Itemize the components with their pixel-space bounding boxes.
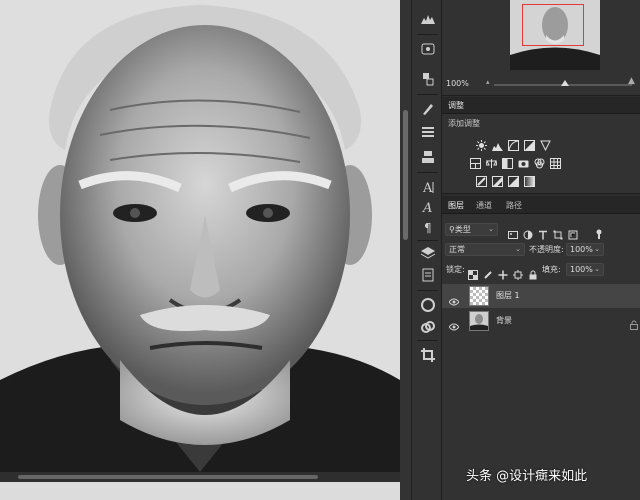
gradient-map-icon[interactable] bbox=[524, 172, 535, 187]
adjustment-filter-icon[interactable] bbox=[523, 225, 533, 240]
histogram-icon[interactable] bbox=[419, 10, 437, 28]
threshold-icon[interactable] bbox=[508, 172, 519, 187]
opacity-field[interactable]: 100% ⌄ bbox=[566, 243, 604, 256]
lock-transparent-icon[interactable] bbox=[468, 265, 478, 280]
color-lookup-icon[interactable] bbox=[550, 154, 561, 169]
tab-adjustments[interactable]: 调整 bbox=[448, 100, 464, 111]
info-icon[interactable] bbox=[419, 40, 437, 58]
navigator-view-rect[interactable] bbox=[522, 4, 584, 46]
horizontal-scrollbar[interactable] bbox=[0, 472, 400, 482]
smart-object-filter-icon[interactable] bbox=[568, 225, 578, 240]
lock-all-icon[interactable] bbox=[528, 265, 538, 280]
notes-icon[interactable] bbox=[419, 266, 437, 284]
channel-mixer-icon[interactable] bbox=[534, 154, 545, 169]
adjustments-panel: 添加调整 bbox=[442, 114, 640, 194]
lock-position-icon[interactable] bbox=[498, 265, 508, 280]
layer-name[interactable]: 图层 1 bbox=[496, 290, 520, 301]
layer1-thumbnail bbox=[469, 286, 489, 306]
layers-panel: ⚲类型 ⌄ 正常 ⌄ 不透明度: 100% ⌄ 锁定: 填充: 100% ⌄ 图… bbox=[442, 214, 640, 500]
watermark-text: 头条 @设计癍来如此 bbox=[466, 469, 588, 484]
hscroll-thumb[interactable] bbox=[18, 475, 318, 479]
navigator-panel: 100% ▴ ▲ bbox=[442, 0, 640, 96]
photoshop-window: A A ¶ 100% ▴ ▲ 调整 添加调整 图层 通道 路径 ⚲类型 ⌄ 正常… bbox=[0, 0, 640, 500]
history-icon[interactable] bbox=[419, 70, 437, 88]
filter-toggle-icon[interactable] bbox=[594, 224, 604, 239]
fill-field[interactable]: 100% ⌄ bbox=[566, 263, 604, 276]
svg-text:¶: ¶ bbox=[424, 221, 432, 235]
posterize-icon[interactable] bbox=[492, 172, 503, 187]
tab-channels[interactable]: 通道 bbox=[476, 200, 492, 211]
zoom-in-icon[interactable]: ▲ bbox=[628, 76, 635, 86]
hue-saturation-icon[interactable] bbox=[470, 154, 481, 169]
document-canvas[interactable] bbox=[0, 0, 400, 500]
libraries-icon[interactable] bbox=[419, 296, 437, 314]
lock-artboard-icon[interactable] bbox=[513, 265, 523, 280]
tab-paths[interactable]: 路径 bbox=[506, 200, 522, 211]
layer-row-background[interactable]: 背景 bbox=[442, 309, 640, 333]
clone-source-icon[interactable] bbox=[419, 148, 437, 166]
lock-icon[interactable] bbox=[630, 315, 638, 330]
zoom-slider-handle[interactable] bbox=[561, 80, 569, 86]
brightness-icon[interactable] bbox=[476, 136, 487, 151]
eye-icon[interactable] bbox=[448, 316, 460, 331]
svg-text:A: A bbox=[422, 181, 433, 196]
character-icon[interactable]: A bbox=[419, 178, 437, 196]
tab-layers[interactable]: 图层 bbox=[448, 200, 464, 211]
chevron-down-icon: ⌄ bbox=[488, 225, 494, 233]
portrait-image bbox=[0, 0, 400, 472]
glyphs-icon[interactable]: A bbox=[419, 198, 437, 216]
exposure-icon[interactable] bbox=[524, 136, 535, 151]
right-panels: 100% ▴ ▲ 调整 添加调整 图层 通道 路径 ⚲类型 ⌄ 正常 ⌄ 不透明… bbox=[442, 0, 640, 500]
vibrance-icon[interactable] bbox=[540, 136, 551, 152]
zoom-value[interactable]: 100% bbox=[446, 79, 469, 88]
zoom-out-icon[interactable]: ▴ bbox=[486, 78, 490, 86]
svg-text:A: A bbox=[422, 201, 432, 216]
curves-icon[interactable] bbox=[508, 136, 519, 151]
lock-label: 锁定: bbox=[446, 265, 465, 274]
opacity-label: 不透明度: bbox=[529, 245, 564, 254]
chevron-down-icon: ⌄ bbox=[594, 245, 600, 253]
paragraph-icon[interactable]: ¶ bbox=[419, 218, 437, 236]
panel-icon-strip: A A ¶ bbox=[411, 0, 442, 500]
adjustments-tab-bar: 调整 bbox=[442, 97, 640, 114]
opacity-value: 100% bbox=[570, 245, 593, 254]
add-adjustment-label: 添加调整 bbox=[448, 119, 480, 128]
crop-icon[interactable] bbox=[419, 346, 437, 364]
photo-filter-icon[interactable] bbox=[518, 154, 529, 168]
creative-cloud-icon[interactable] bbox=[419, 318, 437, 336]
blend-mode-value: 正常 bbox=[449, 245, 465, 254]
levels-icon[interactable] bbox=[492, 136, 503, 151]
brush-settings-icon[interactable] bbox=[419, 100, 437, 118]
brush-presets-icon[interactable] bbox=[419, 122, 437, 140]
vscroll-thumb[interactable] bbox=[403, 110, 408, 240]
color-balance-icon[interactable] bbox=[485, 154, 498, 168]
fill-value: 100% bbox=[570, 265, 593, 274]
blend-mode-dropdown[interactable]: 正常 ⌄ bbox=[445, 243, 525, 256]
vertical-scrollbar[interactable] bbox=[400, 0, 411, 500]
type-filter-icon[interactable] bbox=[538, 225, 548, 240]
chevron-down-icon: ⌄ bbox=[515, 245, 521, 253]
filter-type-value: 类型 bbox=[454, 225, 471, 234]
layer-filter-dropdown[interactable]: ⚲类型 ⌄ bbox=[445, 223, 498, 236]
layer-name[interactable]: 背景 bbox=[496, 315, 512, 326]
layers-icon[interactable] bbox=[419, 244, 437, 262]
black-white-icon[interactable] bbox=[502, 154, 513, 169]
invert-icon[interactable] bbox=[476, 172, 487, 187]
layers-tab-bar: 图层 通道 路径 bbox=[442, 196, 640, 214]
chevron-down-icon: ⌄ bbox=[594, 265, 600, 273]
fill-label: 填充: bbox=[542, 265, 561, 274]
pixel-filter-icon[interactable] bbox=[508, 225, 518, 239]
layer-row-layer1[interactable]: 图层 1 bbox=[442, 284, 640, 308]
shape-filter-icon[interactable] bbox=[553, 225, 563, 240]
eye-icon[interactable] bbox=[448, 291, 460, 306]
background-thumbnail bbox=[469, 311, 489, 331]
lock-pixels-icon[interactable] bbox=[483, 265, 493, 279]
